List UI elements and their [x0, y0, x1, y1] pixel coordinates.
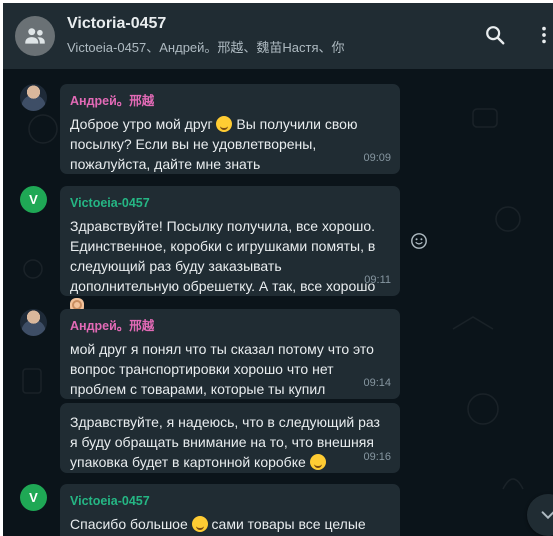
- chat-title[interactable]: Victoria-0457: [67, 15, 166, 33]
- chevron-down-icon: [541, 511, 553, 520]
- message-sender[interactable]: Victoeia-0457: [70, 493, 390, 509]
- message-text-part: сами товары все целые: [211, 516, 366, 532]
- message-text: Спасибо большое сами товары все целые: [70, 514, 390, 534]
- search-button[interactable]: [481, 21, 509, 49]
- message-text: Здравствуйте, я надеюсь, что в следующий…: [70, 412, 390, 472]
- grinning-face-emoji: [309, 454, 326, 470]
- sender-avatar[interactable]: V: [20, 186, 47, 213]
- smiling-face-emoji: [191, 516, 208, 532]
- message-text-part: Спасибо большое: [70, 516, 188, 532]
- menu-button[interactable]: [530, 21, 553, 49]
- message-text-part: Здравствуйте! Посылку получила, все хоро…: [70, 218, 376, 294]
- message-text: Доброе утро мой друг Вы получили свою по…: [70, 114, 390, 174]
- group-avatar[interactable]: [15, 16, 55, 56]
- sender-avatar[interactable]: [20, 309, 47, 336]
- chat-participants[interactable]: Victoeia-0457、Андрей。邢越、魏苗Настя、你: [67, 37, 345, 56]
- message-bubble[interactable]: Victoeia-0457 Спасибо большое сами товар…: [60, 484, 400, 536]
- sender-avatar[interactable]: V: [20, 484, 47, 511]
- message-time: 09:09: [363, 152, 391, 164]
- sender-avatar[interactable]: [20, 84, 47, 111]
- message-bubble[interactable]: Здравствуйте, я надеюсь, что в следующий…: [60, 403, 400, 473]
- message-text: Здравствуйте! Посылку получила, все хоро…: [70, 216, 390, 316]
- message-text-part: Доброе утро мой друг: [70, 116, 213, 132]
- message-bubble[interactable]: Victoeia-0457 Здравствуйте! Посылку полу…: [60, 186, 400, 314]
- emoji-reaction-icon[interactable]: [410, 232, 428, 250]
- message-text: мой друг я понял что ты сказал потому чт…: [70, 341, 374, 397]
- group-icon: [25, 28, 45, 44]
- message-bubble[interactable]: Андрей。邢越 мой друг я понял что ты сказал…: [60, 309, 400, 399]
- message-sender[interactable]: Андрей。邢越: [70, 318, 390, 334]
- message-time: 09:16: [363, 451, 391, 463]
- message-sender[interactable]: Андрей。邢越: [70, 93, 390, 109]
- message-bubble[interactable]: Андрей。邢越 Доброе утро мой друг Вы получи…: [60, 84, 400, 174]
- search-icon: [486, 26, 505, 45]
- chat-window: Victoria-0457 Victoeia-0457、Андрей。邢越、魏苗…: [3, 3, 553, 536]
- message-time: 09:14: [363, 377, 391, 389]
- more-vertical-icon: [542, 26, 546, 44]
- message-time: 09:11: [364, 274, 391, 286]
- chat-header[interactable]: Victoria-0457 Victoeia-0457、Андрей。邢越、魏苗…: [3, 3, 553, 69]
- smiling-face-emoji: [216, 116, 233, 132]
- message-text-part: Здравствуйте, я надеюсь, что в следующий…: [70, 414, 380, 470]
- message-list[interactable]: Андрей。邢越 Доброе утро мой друг Вы получи…: [3, 69, 553, 536]
- message-sender[interactable]: Victoeia-0457: [70, 195, 390, 211]
